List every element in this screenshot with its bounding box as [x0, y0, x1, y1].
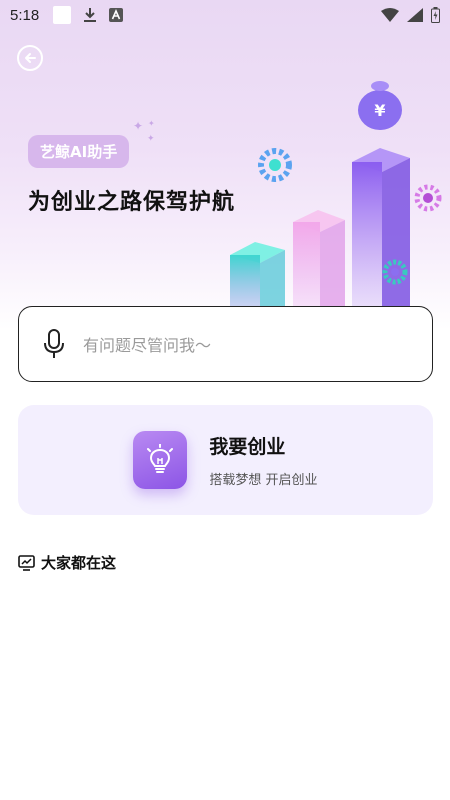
sparkle-icon: ✦ — [147, 134, 155, 144]
svg-text:¥: ¥ — [374, 101, 385, 120]
status-time: 5:18 — [10, 6, 40, 24]
battery-icon — [431, 7, 440, 23]
card-subtitle: 搭载梦想 开启创业 — [209, 473, 318, 488]
sparkle-icon: ✦ — [148, 119, 155, 128]
back-arrow-circle-icon — [25, 53, 36, 63]
microphone-icon[interactable] — [43, 329, 65, 359]
section-header: 大家都在这 — [18, 552, 116, 573]
card-icon-box — [133, 431, 188, 489]
hero-banner: 5:18 ✦ ✦ ✦ 艺鲸AI助手 为创业之路保驾护航 ¥ — [0, 0, 450, 330]
signal-icon — [407, 8, 423, 22]
chart-monitor-icon — [18, 554, 35, 571]
card-title: 我要创业 — [209, 436, 286, 458]
status-bar: 5:18 — [0, 0, 450, 30]
hero-title: 为创业之路保驾护航 — [28, 190, 236, 215]
growth-bars-illustration: ¥ — [230, 81, 442, 330]
ai-assistant-badge: 艺鲸AI助手 — [28, 135, 130, 168]
download-icon — [84, 8, 97, 22]
lightbulb-icon — [147, 444, 174, 473]
back-button[interactable] — [17, 45, 43, 71]
sparkle-icon: ✦ — [133, 119, 144, 133]
section-title: 大家都在这 — [41, 554, 117, 572]
wifi-icon — [381, 8, 399, 22]
notification-square-icon — [53, 6, 72, 24]
search-input[interactable]: 有问题尽管问我～ — [18, 306, 433, 382]
start-business-card[interactable]: 我要创业 搭载梦想 开启创业 — [18, 405, 433, 515]
font-a-icon — [109, 8, 124, 22]
search-placeholder: 有问题尽管问我～ — [83, 336, 212, 355]
